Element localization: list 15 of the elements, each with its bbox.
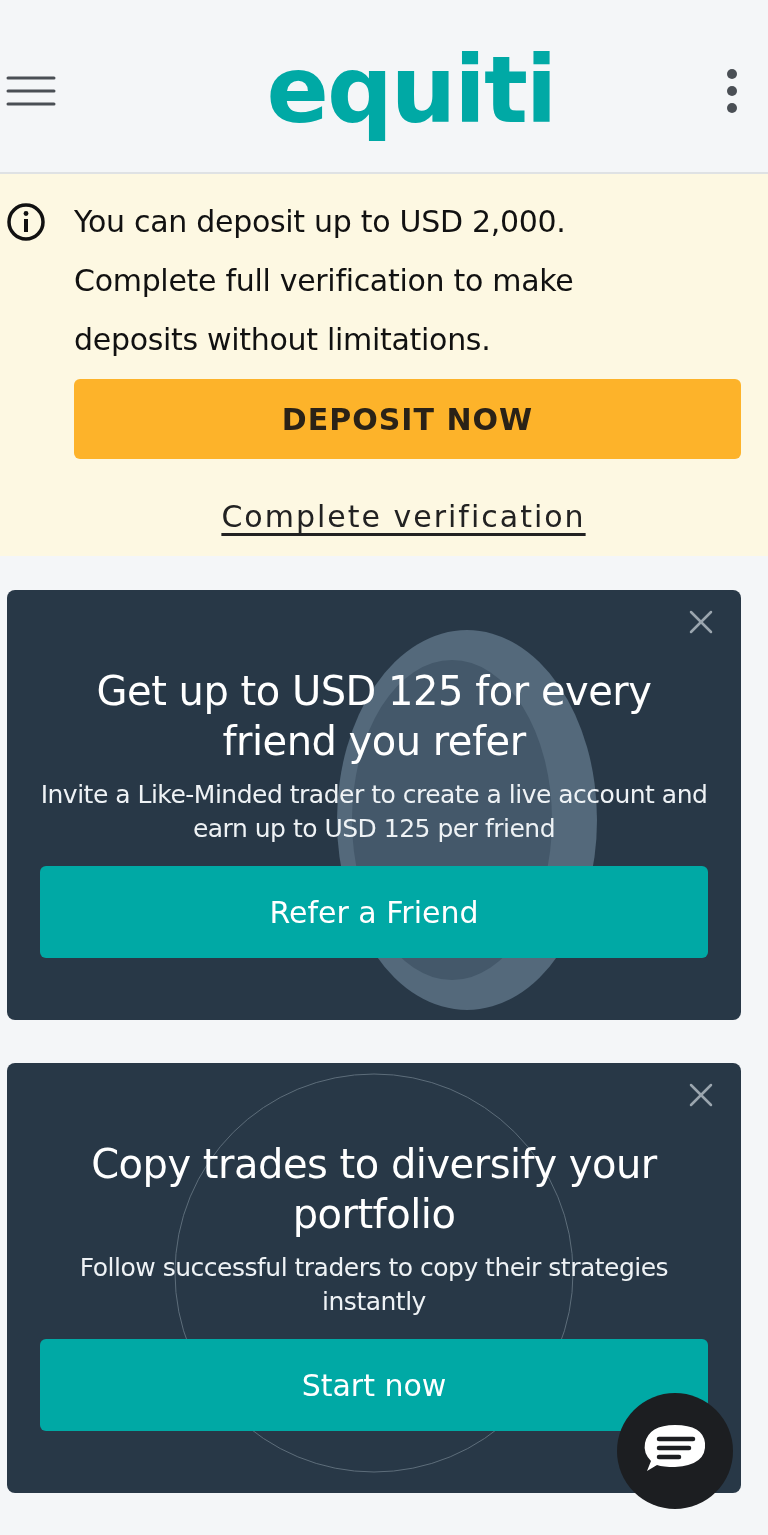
close-icon[interactable] <box>689 1083 713 1107</box>
info-icon <box>6 202 46 242</box>
promo-button[interactable]: Start now <box>40 1339 708 1431</box>
notice-message: You can deposit up to USD 2,000. Complete full verification to make deposits without limitations. <box>74 203 575 359</box>
promo-title: Copy trades to diversify your portfolio <box>90 1140 659 1239</box>
close-icon[interactable] <box>689 610 713 634</box>
promo-description: Invite a Like-Minded trader to create a live account and earn up to USD 125 per friend <box>40 779 708 845</box>
deposit-now-button[interactable]: DEPOSIT NOW <box>74 379 741 459</box>
complete-verification-link[interactable]: Complete verification <box>221 499 586 534</box>
promo-button[interactable]: Refer a Friend <box>40 866 708 958</box>
menu-icon[interactable] <box>6 75 56 107</box>
promo-title: Get up to USD 125 for every friend you refer <box>95 667 653 766</box>
promo-description: Follow successful traders to copy their strategies instantly <box>78 1252 670 1318</box>
more-options-icon[interactable] <box>726 68 738 114</box>
chat-icon[interactable] <box>617 1393 733 1509</box>
